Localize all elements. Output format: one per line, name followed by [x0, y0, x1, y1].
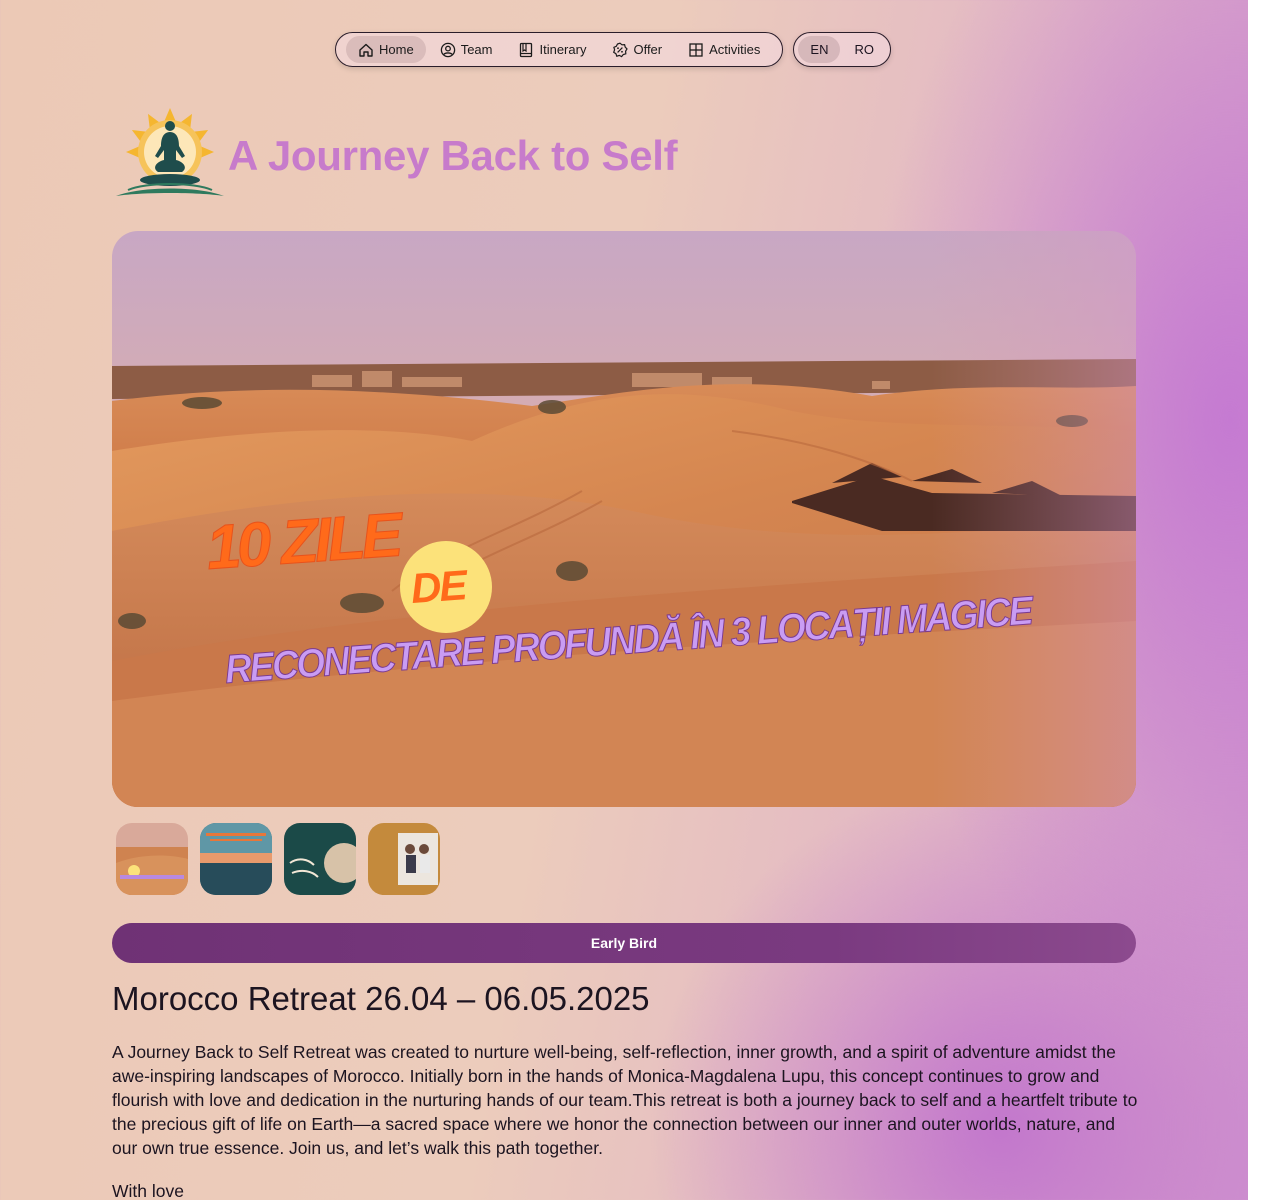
early-bird-banner[interactable]: Early Bird: [112, 923, 1136, 963]
thumb-sunset-sea[interactable]: [200, 823, 272, 895]
sahara-desert-dunes: 10 ZILE DE RECONECTARE PROFUNDĂ ÎN 3 LOC…: [112, 231, 1136, 807]
scrollbar-track[interactable]: [1248, 0, 1280, 1200]
book-icon: [520, 42, 533, 57]
nav-item-home[interactable]: Home: [346, 36, 426, 63]
hero-text-10-zile: 10 ZILE: [204, 500, 406, 583]
lang-en-button[interactable]: EN: [798, 36, 841, 63]
nav-label-itinerary: Itinerary: [539, 42, 587, 57]
thumb-inspiration[interactable]: [284, 823, 356, 895]
home-icon: [359, 43, 373, 57]
nav-label-activities: Activities: [709, 42, 761, 57]
hero-text-de: DE: [409, 561, 470, 612]
language-switcher: EN RO: [793, 32, 891, 67]
signoff-text: With love: [112, 1181, 184, 1200]
thumb-inspiration-image: [284, 823, 356, 895]
grid-icon: [689, 42, 703, 57]
thumb-team-photo-image: [368, 823, 440, 895]
nav-label-home: Home: [379, 42, 414, 57]
event-title: Morocco Retreat 26.04 – 06.05.2025: [112, 980, 650, 1017]
nav-item-offer[interactable]: Offer: [600, 36, 674, 63]
nav-item-activities[interactable]: Activities: [676, 36, 772, 63]
nav-label-team: Team: [460, 42, 493, 57]
brand-header: A Journey Back to Self: [112, 106, 678, 206]
discount-badge-icon: [613, 42, 629, 57]
thumb-desert-image: [116, 823, 188, 895]
hero-image[interactable]: 10 ZILE DE RECONECTARE PROFUNDĂ ÎN 3 LOC…: [112, 231, 1136, 807]
thumb-desert[interactable]: [116, 823, 188, 895]
lotus-meditation-logo[interactable]: [112, 106, 228, 206]
thumb-team-photo[interactable]: [368, 823, 440, 895]
nav-item-team[interactable]: Team: [428, 36, 505, 63]
nav-item-itinerary[interactable]: Itinerary: [506, 36, 598, 63]
user-circle-icon: [440, 42, 455, 57]
main-nav: Home Team Itinerary Offer Activities: [335, 32, 784, 67]
event-description: A Journey Back to Self Retreat was creat…: [112, 1042, 1138, 1158]
lang-ro-button[interactable]: RO: [842, 36, 886, 63]
nav-label-offer: Offer: [633, 42, 663, 57]
thumb-sunset-sea-image: [200, 823, 272, 895]
top-navigation: Home Team Itinerary Offer Activities EN …: [335, 32, 891, 67]
site-title: A Journey Back to Self: [228, 132, 678, 179]
thumbnail-gallery: [116, 823, 440, 895]
